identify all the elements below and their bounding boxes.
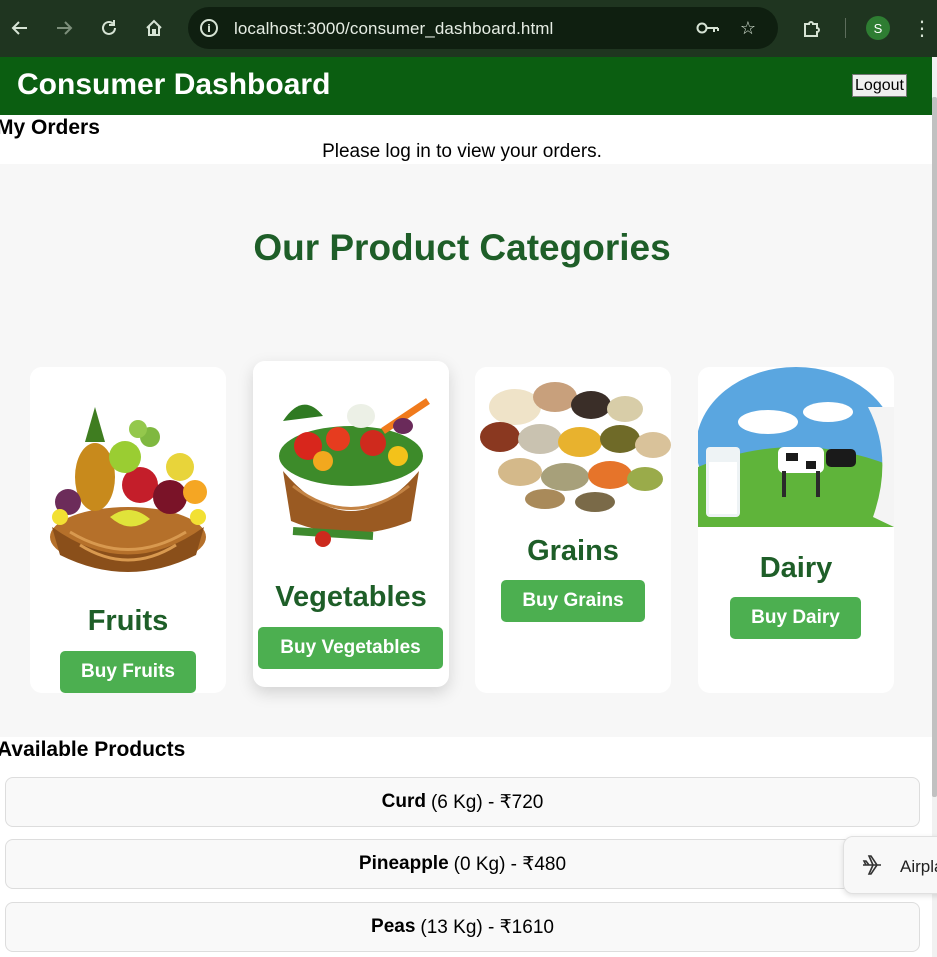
reload-icon[interactable] bbox=[95, 14, 123, 42]
categories-section: Our Product Categories Fruits Buy Fruits… bbox=[0, 164, 932, 737]
orders-login-message: Please log in to view your orders. bbox=[322, 141, 602, 162]
site-info-icon[interactable]: i bbox=[198, 17, 220, 39]
page-title: Consumer Dashboard bbox=[17, 68, 331, 101]
url-text[interactable]: localhost:3000/consumer_dashboard.html bbox=[234, 19, 553, 39]
product-row[interactable]: Pineapple (0 Kg) - ₹480 bbox=[5, 839, 920, 889]
scrollbar-thumb[interactable] bbox=[932, 97, 937, 797]
logout-button[interactable]: Logout bbox=[852, 74, 907, 97]
fruit-basket-image bbox=[30, 367, 226, 580]
forward-arrow-icon[interactable] bbox=[50, 14, 78, 42]
product-name: Pineapple bbox=[358, 853, 449, 874]
grain-sacks-image bbox=[475, 367, 671, 517]
airplane-icon bbox=[861, 854, 883, 876]
page-viewport: Consumer Dashboard Logout My Orders Plea… bbox=[0, 57, 932, 957]
back-arrow-icon[interactable] bbox=[6, 14, 34, 42]
buy-vegetables-button[interactable]: Buy Vegetables bbox=[258, 627, 443, 669]
category-name-dairy: Dairy bbox=[759, 552, 833, 584]
page-scrollbar[interactable] bbox=[932, 57, 937, 957]
product-row[interactable]: Peas (13 Kg) - ₹1610 bbox=[5, 902, 920, 952]
orders-heading: My Orders bbox=[0, 116, 100, 139]
profile-avatar[interactable]: S bbox=[866, 16, 890, 40]
kebab-menu-icon[interactable]: ⋮ bbox=[912, 14, 932, 42]
buy-dairy-button[interactable]: Buy Dairy bbox=[730, 597, 861, 639]
category-card-dairy: Dairy Buy Dairy bbox=[698, 367, 894, 693]
categories-heading: Our Product Categories bbox=[253, 227, 671, 268]
product-detail: (0 Kg) - ₹480 bbox=[453, 853, 567, 875]
airplane-toast[interactable]: Airpla bbox=[843, 836, 937, 894]
product-row[interactable]: Curd (6 Kg) - ₹720 bbox=[5, 777, 920, 827]
category-name-vegetables: Vegetables bbox=[275, 581, 427, 613]
category-name-fruits: Fruits bbox=[87, 605, 169, 637]
browser-toolbar: i localhost:3000/consumer_dashboard.html… bbox=[0, 0, 937, 57]
address-bar[interactable]: i localhost:3000/consumer_dashboard.html… bbox=[188, 7, 778, 49]
category-name-grains: Grains bbox=[527, 535, 619, 567]
extensions-puzzle-icon[interactable] bbox=[800, 17, 824, 39]
category-card-grains: Grains Buy Grains bbox=[475, 367, 671, 693]
bookmark-star-icon[interactable]: ☆ bbox=[736, 17, 760, 39]
product-detail: (13 Kg) - ₹1610 bbox=[420, 916, 554, 938]
product-name: Curd bbox=[381, 791, 426, 812]
buy-grains-button[interactable]: Buy Grains bbox=[501, 580, 645, 622]
buy-fruits-button[interactable]: Buy Fruits bbox=[60, 651, 196, 693]
toast-text: Airpla bbox=[900, 857, 937, 876]
products-heading: Available Products bbox=[0, 738, 186, 761]
password-key-icon[interactable] bbox=[696, 17, 720, 39]
site-header: Consumer Dashboard Logout bbox=[0, 57, 932, 115]
vegetable-basket-image bbox=[253, 361, 449, 556]
dairy-cows-image bbox=[698, 367, 894, 527]
product-detail: (6 Kg) - ₹720 bbox=[430, 791, 544, 813]
category-card-vegetables: Vegetables Buy Vegetables bbox=[253, 361, 449, 687]
product-name: Peas bbox=[371, 916, 416, 937]
category-card-fruits: Fruits Buy Fruits bbox=[30, 367, 226, 693]
home-icon[interactable] bbox=[140, 14, 168, 42]
toolbar-divider bbox=[845, 18, 846, 38]
